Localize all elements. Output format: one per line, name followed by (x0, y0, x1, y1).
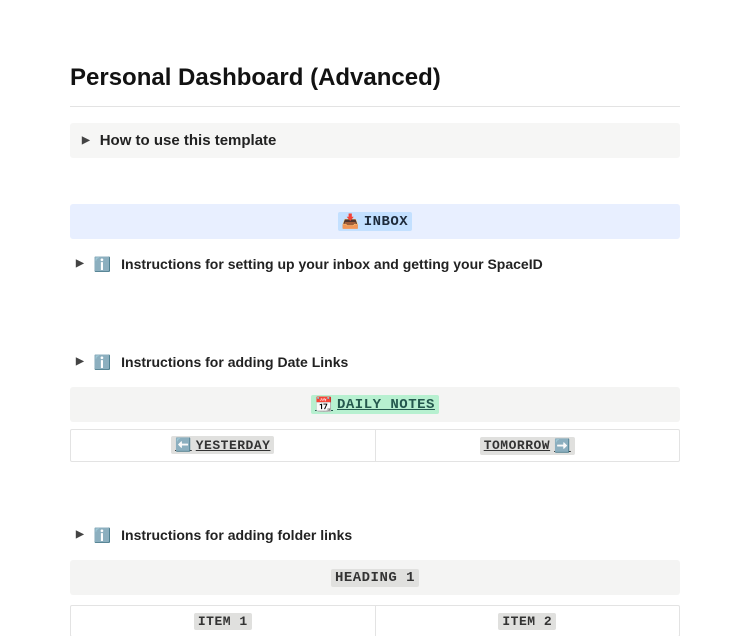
section-inbox: 📥 INBOX (70, 204, 680, 239)
spacer (70, 327, 680, 345)
toggle-how-to-use[interactable]: ▶ How to use this template (70, 123, 680, 158)
cell-yesterday[interactable]: ⬅️ YESTERDAY (71, 430, 375, 461)
info-icon: ℹ️ (94, 355, 111, 369)
info-icon: ℹ️ (94, 528, 111, 542)
toggle-label: Instructions for adding folder links (121, 527, 352, 543)
items-row-1: ITEM 1 ITEM 2 (70, 605, 680, 636)
arrow-left-icon: ⬅️ (175, 437, 192, 453)
toggle-folder-links-instructions[interactable]: ▶ ℹ️ Instructions for adding folder link… (70, 518, 680, 552)
spacer (70, 158, 680, 204)
yesterday-text: YESTERDAY (196, 438, 271, 453)
item-2-label: ITEM 2 (498, 613, 556, 630)
arrow-right-icon: ➡️ (554, 438, 571, 454)
yesterday-link[interactable]: ⬅️ YESTERDAY (171, 436, 274, 454)
section-heading-1-text: HEADING 1 (335, 570, 415, 586)
date-nav-row: ⬅️ YESTERDAY TOMORROW ➡️ (70, 429, 680, 462)
toggle-inbox-instructions[interactable]: ▶ ℹ️ Instructions for setting up your in… (70, 247, 680, 281)
section-inbox-text: INBOX (364, 214, 409, 230)
spacer (70, 508, 680, 518)
triangle-right-icon: ▶ (76, 259, 84, 269)
spacer (70, 462, 680, 508)
triangle-right-icon: ▶ (82, 136, 90, 146)
toggle-label: Instructions for adding Date Links (121, 354, 348, 370)
cell-tomorrow[interactable]: TOMORROW ➡️ (375, 430, 680, 461)
section-heading-1-label[interactable]: HEADING 1 (331, 569, 419, 587)
section-inbox-label[interactable]: 📥 INBOX (338, 212, 412, 231)
calendar-icon: 📆 (315, 396, 333, 413)
page-title: Personal Dashboard (Advanced) (70, 64, 680, 92)
title-divider (70, 106, 680, 107)
tomorrow-text: TOMORROW (484, 438, 550, 453)
section-daily-notes-label[interactable]: 📆 DAILY NOTES (311, 395, 439, 414)
toggle-label: Instructions for setting up your inbox a… (121, 256, 543, 272)
spacer (70, 281, 680, 327)
section-daily-notes: 📆 DAILY NOTES (70, 387, 680, 422)
info-icon: ℹ️ (94, 257, 111, 271)
triangle-right-icon: ▶ (76, 357, 84, 367)
page-root: Personal Dashboard (Advanced) ▶ How to u… (0, 0, 750, 636)
tomorrow-link[interactable]: TOMORROW ➡️ (480, 437, 575, 455)
item-1-label: ITEM 1 (194, 613, 252, 630)
cell-item-1[interactable]: ITEM 1 (71, 606, 375, 636)
toggle-label: How to use this template (100, 132, 277, 149)
toggle-date-links-instructions[interactable]: ▶ ℹ️ Instructions for adding Date Links (70, 345, 680, 379)
inbox-icon: 📥 (342, 213, 360, 230)
cell-item-2[interactable]: ITEM 2 (375, 606, 680, 636)
section-heading-1: HEADING 1 (70, 560, 680, 595)
section-daily-notes-text: DAILY NOTES (337, 397, 435, 413)
triangle-right-icon: ▶ (76, 530, 84, 540)
